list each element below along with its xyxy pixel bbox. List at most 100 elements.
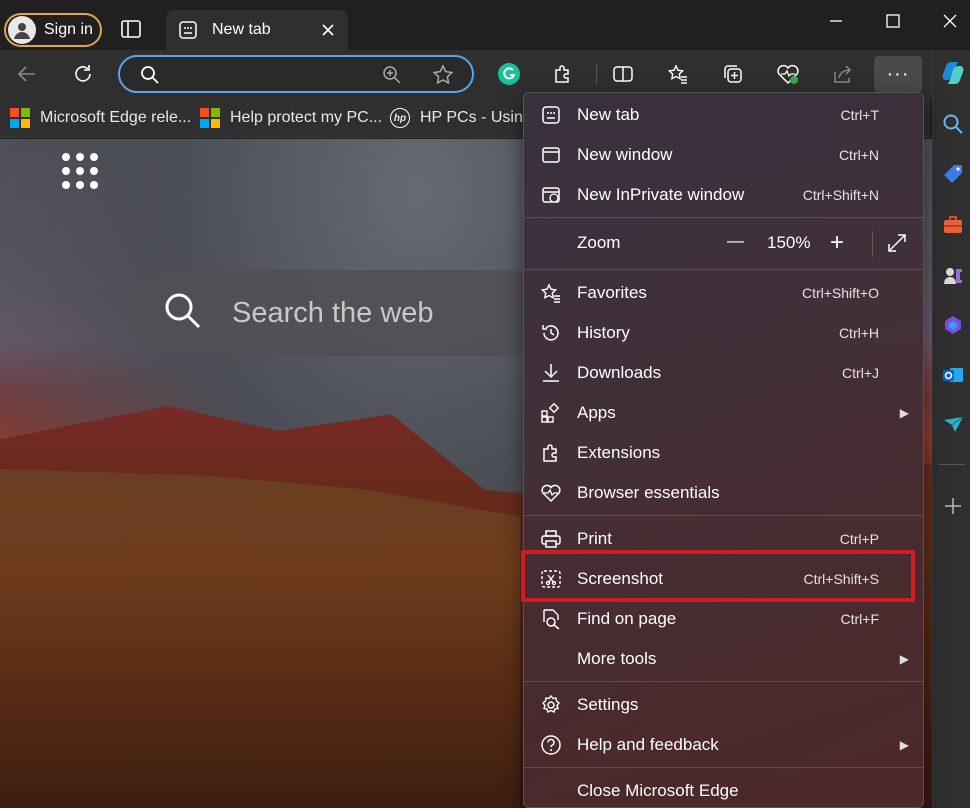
menu-item-label: Close Microsoft Edge [577,781,739,800]
grammarly-icon[interactable] [494,59,524,89]
fullscreen-icon[interactable] [886,232,908,259]
menu-item-extensions[interactable]: Extensions [524,433,923,473]
menu-item-history[interactable]: History Ctrl+H [524,313,923,353]
menu-item-favorites[interactable]: Favorites Ctrl+Shift+O [524,273,923,313]
minimize-icon[interactable] [823,8,849,34]
menu-item-shortcut: Ctrl+F [840,611,880,627]
collections-icon[interactable] [718,59,748,89]
favorites-icon[interactable] [663,59,693,89]
menu-item-label: Browser essentials [577,483,720,502]
avatar-icon [8,16,36,44]
sign-in-button[interactable]: Sign in [4,13,102,47]
settings-and-more-button[interactable]: ··· [874,56,922,92]
menu-item-label: New InPrivate window [577,185,745,204]
tab-actions-icon[interactable] [120,18,142,40]
menu-item-close-microsoft-edge[interactable]: Close Microsoft Edge [524,771,923,808]
favorite-label: HP PCs - Using [420,109,532,126]
zoom-in-icon[interactable] [382,65,402,90]
outlook-icon[interactable] [940,362,966,388]
print-icon [540,528,562,550]
address-bar[interactable] [118,55,474,93]
menu-item-shortcut: Ctrl+J [842,365,879,381]
extensions-icon [540,442,562,464]
menu-item-shortcut: Ctrl+N [838,147,879,163]
zoom-level: 150% [767,233,811,252]
close-tab-icon[interactable] [318,20,338,40]
menu-item-shortcut: Ctrl+Shift+O [801,285,879,301]
copilot-icon[interactable] [940,60,966,86]
share-icon[interactable] [828,59,858,89]
menu-item-label: Extensions [577,443,661,462]
zoom-label: Zoom [577,233,621,252]
edge-sidebar [932,50,970,808]
gear-icon [540,694,562,716]
menu-item-label: History [577,323,630,342]
favorite-item[interactable]: hp HP PCs - Using [390,108,532,128]
menu-item-new-tab[interactable]: New tab Ctrl+T [524,95,923,135]
menu-item-apps[interactable]: Apps ▶ [524,393,923,433]
menu-item-settings[interactable]: Settings [524,685,923,725]
new-tab-page-icon [178,20,198,40]
find-icon [540,608,562,630]
favorite-item[interactable]: Microsoft Edge rele... [10,108,191,128]
shopping-tag-icon[interactable] [940,161,966,187]
games-icon[interactable] [940,262,966,288]
browser-essentials-icon[interactable] [773,59,803,89]
favorites-icon [540,282,562,304]
tab-new-tab[interactable]: New tab [166,10,348,50]
back-icon[interactable] [12,59,42,89]
hp-logo-icon: hp [390,108,410,128]
menu-item-shortcut: Ctrl+H [838,325,879,341]
menu-item-new-window[interactable]: New window Ctrl+N [524,135,923,175]
add-favorite-icon[interactable] [432,64,454,91]
settings-and-more-menu: New tab Ctrl+T New window Ctrl+N New InP… [523,92,924,808]
toolbar-divider [596,64,597,84]
menu-item-label: New window [577,145,673,164]
menu-item-more-tools[interactable]: More tools ▶ [524,639,923,679]
microsoft-logo-icon [10,108,30,128]
maximize-icon[interactable] [880,8,906,34]
menu-item-zoom: Zoom — 150% + [524,223,923,263]
menu-divider [524,515,923,516]
menu-item-new-inprivate-window[interactable]: New InPrivate window Ctrl+Shift+N [524,175,923,215]
zoom-divider [872,231,873,257]
menu-item-find-on-page[interactable]: Find on page Ctrl+F [524,599,923,639]
favorite-item[interactable]: Help protect my PC... [200,108,382,128]
send-drop-icon[interactable] [940,412,966,438]
menu-item-label: Settings [577,695,639,714]
tools-briefcase-icon[interactable] [940,212,966,238]
download-icon [540,362,562,384]
menu-divider [524,217,923,218]
zoom-out-button[interactable]: — [727,231,744,251]
toolbar: ··· [0,50,970,98]
close-window-icon[interactable] [937,8,963,34]
tab-title: New tab [212,21,271,38]
zoom-in-button[interactable]: + [830,229,844,257]
menu-item-shortcut: Ctrl+T [840,107,880,123]
menu-item-shortcut: Ctrl+Shift+N [802,187,879,203]
extensions-icon[interactable] [548,59,578,89]
menu-divider [524,681,923,682]
screenshot-highlight-box [521,550,915,602]
more-dots-icon: ··· [886,62,910,85]
menu-divider [524,767,923,768]
refresh-icon[interactable] [68,59,98,89]
history-icon [540,322,562,344]
favorite-label: Microsoft Edge rele... [40,109,192,126]
menu-item-label: Help and feedback [577,735,719,754]
menu-item-downloads[interactable]: Downloads Ctrl+J [524,353,923,393]
menu-item-browser-essentials[interactable]: Browser essentials [524,473,923,513]
search-icon[interactable] [940,111,966,137]
apps-icon [540,402,562,424]
menu-item-label: Find on page [577,609,677,628]
microsoft-logo-icon [200,108,220,128]
add-icon[interactable] [940,493,966,519]
split-screen-icon[interactable] [608,59,638,89]
menu-item-help-and-feedback[interactable]: Help and feedback ▶ [524,725,923,765]
search-icon [164,292,202,335]
app-launcher-icon[interactable] [62,153,98,189]
web-search-box[interactable]: Search the web [130,270,550,356]
tab-strip: Sign in New tab [0,0,970,50]
microsoft-365-icon[interactable] [940,312,966,338]
menu-item-label: More tools [577,649,657,668]
